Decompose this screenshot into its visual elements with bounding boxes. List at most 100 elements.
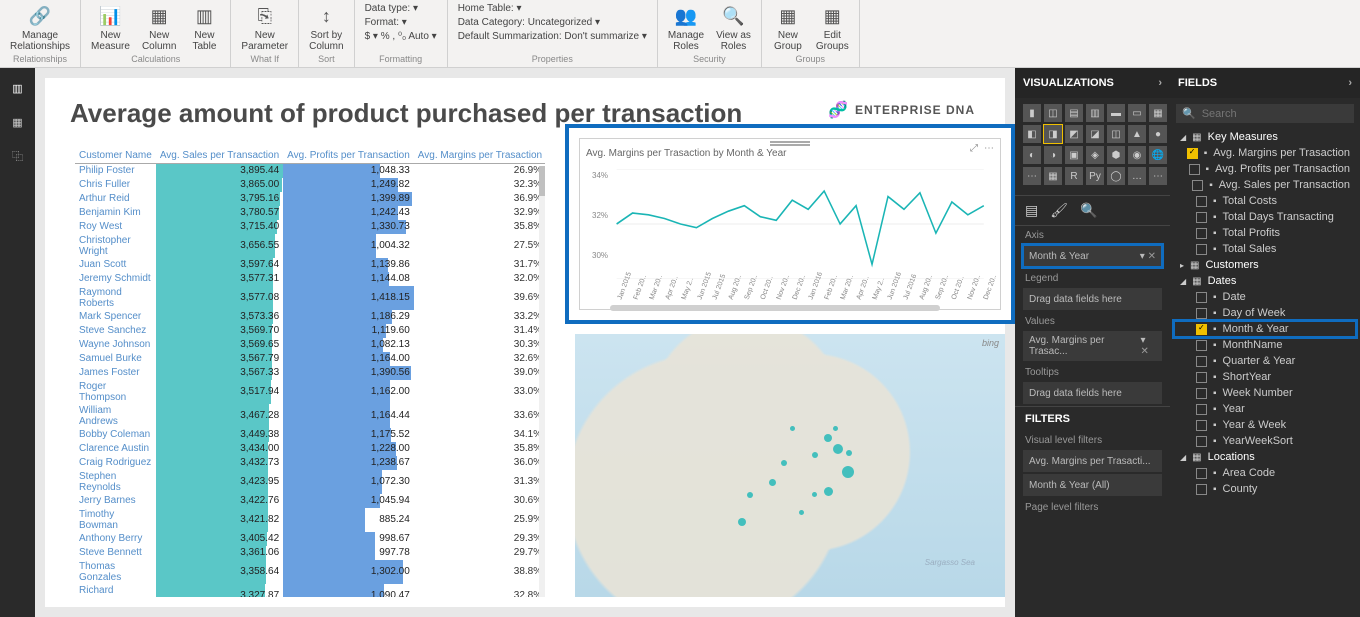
table-row[interactable]: Timothy Bowman3,421.82885.2425.9% [75,508,545,532]
field-total-profits[interactable]: ▪Total Profits [1174,225,1356,241]
viz-type-icon[interactable]: ▦ [1044,167,1062,185]
chevron-down-icon[interactable]: ▾ ✕ [1141,335,1157,357]
checkbox[interactable] [1192,180,1203,191]
axis-well[interactable]: Month & Year ▾ ✕ [1023,245,1162,267]
table-visual[interactable]: Customer NameAvg. Sales per TransactionA… [75,148,545,597]
table-row[interactable]: Chris Fuller3,865.001,249.8232.3% [75,178,545,192]
viz-type-icon[interactable]: ● [1149,125,1167,143]
viz-type-icon[interactable]: R [1065,167,1083,185]
table-row[interactable]: Bobby Coleman3,449.381,175.5234.1% [75,428,545,442]
ribbon-view-as-roles[interactable]: 🔍View as Roles [712,2,755,54]
table-row[interactable]: Juan Scott3,597.641,139.8631.7% [75,258,545,272]
drag-handle-icon[interactable] [770,141,810,146]
ribbon-new-group[interactable]: ▦New Group [768,2,808,54]
table-row[interactable]: Jerry Barnes3,422.761,045.9430.6% [75,494,545,508]
viz-type-icon[interactable]: ▣ [1065,146,1083,164]
column-header[interactable]: Customer Name [75,148,156,164]
viz-type-icon[interactable]: ◈ [1086,146,1104,164]
filter-margins[interactable]: Avg. Margins per Trasacti... [1023,450,1162,472]
table-scrollbar[interactable] [539,166,545,597]
field-shortyear[interactable]: ▪ShortYear [1174,369,1356,385]
viz-type-icon[interactable]: ⬢ [1107,146,1125,164]
field-avg.-profits-per-transaction[interactable]: ▪Avg. Profits per Transaction [1174,161,1356,177]
viz-type-icon[interactable]: … [1128,167,1146,185]
column-header[interactable]: Avg. Margins per Trasaction [414,148,545,164]
chevron-down-icon[interactable]: ▾ ✕ [1140,251,1156,262]
field-avg.-sales-per-transaction[interactable]: ▪Avg. Sales per Transaction [1174,177,1356,193]
table-row[interactable]: Anthony Berry3,405.42998.6729.3% [75,532,545,546]
viz-type-icon[interactable]: ◫ [1044,104,1062,122]
checkbox[interactable] [1196,340,1207,351]
viz-type-icon[interactable]: ▤ [1065,104,1083,122]
checkbox[interactable] [1196,228,1207,239]
chevron-right-icon[interactable]: › [1348,77,1352,89]
map-bubble[interactable] [769,479,776,486]
table-row[interactable]: James Foster3,567.331,390.5639.0% [75,366,545,380]
viz-type-icon[interactable]: ▦ [1149,104,1167,122]
checkbox[interactable] [1196,244,1207,255]
fields-header[interactable]: FIELDS › [1170,68,1360,98]
checkbox[interactable] [1189,164,1200,175]
map-bubble[interactable] [812,492,817,497]
values-field-chip[interactable]: Avg. Margins per Trasac... [1029,335,1141,357]
values-well[interactable]: Avg. Margins per Trasac... ▾ ✕ [1023,331,1162,361]
checkbox[interactable] [1196,404,1207,415]
checkbox[interactable] [1196,212,1207,223]
viz-type-icon[interactable]: ⋯ [1023,167,1041,185]
ribbon-sort-by-column[interactable]: ↕Sort by Column [305,2,347,54]
field-year-&-week[interactable]: ▪Year & Week [1174,417,1356,433]
checkbox[interactable] [1196,356,1207,367]
checkbox[interactable] [1196,308,1207,319]
ribbon-row[interactable]: $ ▾ % , ⁰₀ Auto ▾ [361,30,441,43]
map-bubble[interactable] [842,466,854,478]
viz-type-icon[interactable]: ◩ [1065,125,1083,143]
search-input[interactable] [1202,108,1348,120]
map-bubble[interactable] [824,487,833,496]
chart-scrollbar[interactable] [610,305,940,311]
map-visual[interactable]: bing Sargasso Sea [575,334,1005,597]
checkbox[interactable] [1196,292,1207,303]
viz-type-icon[interactable]: ▭ [1128,104,1146,122]
viz-type-icon[interactable]: Py [1086,167,1104,185]
table-row[interactable]: Thomas Gonzales3,358.641,302.0038.8% [75,560,545,584]
field-week-number[interactable]: ▪Week Number [1174,385,1356,401]
table-row[interactable]: Roy West3,715.401,330.7335.8% [75,220,545,234]
remove-icon[interactable]: ✕ [1141,346,1149,357]
table-row[interactable]: Craig Rodriguez3,432.731,238.6736.0% [75,456,545,470]
viz-type-icon[interactable]: 🌐 [1149,146,1167,164]
field-total-costs[interactable]: ▪Total Costs [1174,193,1356,209]
ribbon-manage-roles[interactable]: 👥Manage Roles [664,2,708,54]
viz-type-icon[interactable]: ▮ [1023,104,1041,122]
table-row[interactable]: Clarence Austin3,434.001,228.0035.8% [75,442,545,456]
visualizations-header[interactable]: VISUALIZATIONS › [1015,68,1170,98]
column-header[interactable]: Avg. Profits per Transaction [283,148,414,164]
column-header[interactable]: Avg. Sales per Transaction [156,148,283,164]
checkbox[interactable] [1196,196,1207,207]
map-bubble[interactable] [799,510,804,515]
ribbon-new-parameter[interactable]: ⎘New Parameter [237,2,292,54]
checkbox[interactable] [1196,468,1207,479]
field-date[interactable]: ▪Date [1174,289,1356,305]
table-row[interactable]: Wayne Johnson3,569.651,082.1330.3% [75,338,545,352]
field-month-&-year[interactable]: ▪Month & Year [1174,321,1356,337]
legend-well[interactable]: Drag data fields here [1023,288,1162,310]
checkbox[interactable] [1187,148,1198,159]
viz-type-icon[interactable]: ◑ [1044,146,1062,164]
table-customers[interactable]: ▸▦Customers [1174,257,1356,273]
checkbox[interactable] [1196,388,1207,399]
table-row[interactable]: Steve Sanchez3,569.701,119.6031.4% [75,324,545,338]
viz-type-icon[interactable]: ◐ [1023,146,1041,164]
table-row[interactable]: Raymond Roberts3,577.081,418.1539.6% [75,286,545,310]
table-key-measures[interactable]: ◢▦Key Measures [1174,129,1356,145]
ribbon-new-measure[interactable]: 📊New Measure [87,2,134,54]
viz-type-icon[interactable]: ◯ [1107,167,1125,185]
checkbox[interactable] [1196,436,1207,447]
ribbon-row[interactable]: Format: ▾ [361,16,411,29]
fields-tab-icon[interactable]: ▤ [1025,202,1038,219]
filter-monthyear[interactable]: Month & Year (All) [1023,474,1162,496]
field-yearweeksort[interactable]: ▪YearWeekSort [1174,433,1356,449]
table-row[interactable]: Steve Bennett3,361.06997.7829.7% [75,546,545,560]
viz-type-icon[interactable]: ◫ [1107,125,1125,143]
table-row[interactable]: William Andrews3,467.281,164.4433.6% [75,404,545,428]
focus-mode-icon[interactable]: ⤢ [970,143,978,154]
